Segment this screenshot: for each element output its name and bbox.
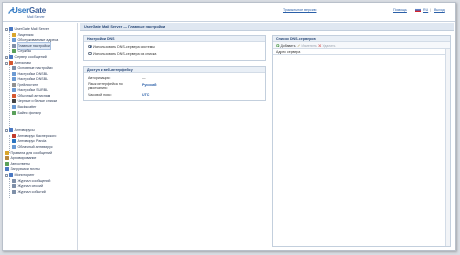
collapse-icon[interactable]: -	[5, 128, 8, 132]
product-version-link[interactable]: Тракыльное версию	[283, 8, 316, 12]
radio-list[interactable]	[88, 51, 92, 56]
bayes-icon	[12, 111, 16, 115]
dns-system-label: Использовать DNS-сервера системы	[93, 44, 155, 49]
collapse-icon[interactable]: -	[5, 61, 8, 65]
lang-ru-link[interactable]: RU	[423, 8, 428, 12]
dns-settings-panel: Настройки DNS Использовать DNS-сервера с…	[83, 35, 266, 61]
help-link[interactable]: Помощь	[393, 8, 407, 12]
dnsbl-icon	[12, 77, 16, 81]
dns-list-toolbar: Добавить Изменить Удалить	[273, 42, 450, 49]
logo: UserGate Mail Server	[8, 6, 68, 20]
log-icon	[12, 184, 16, 188]
radio-system[interactable]	[88, 44, 92, 49]
russian-flag-icon[interactable]	[415, 8, 421, 12]
monitor-icon	[9, 173, 13, 177]
auth-label: Авторизация:	[88, 76, 111, 80]
page-title: UserGate Mail Server — Главные настройки	[80, 23, 454, 31]
tree-guide-line	[9, 178, 10, 198]
logo-subtitle: Mail Server	[27, 15, 45, 19]
list-icon	[12, 99, 16, 103]
backscatter-icon	[12, 105, 16, 109]
tree-guide-line	[9, 64, 10, 128]
collapse-icon[interactable]: -	[5, 27, 8, 31]
dns-list-option[interactable]: Использовать DNS-сервера из списка	[88, 51, 156, 56]
server-address-column-header[interactable]: Адрес сервера	[273, 49, 450, 55]
header: UserGate Mail Server Тракыльное версию П…	[3, 3, 455, 22]
sidebar-item-label: Журнал событий	[17, 190, 46, 194]
edit-button-label: Изменить	[301, 43, 317, 48]
logo-text: UserGate	[12, 6, 46, 15]
main-content: UserGate Mail Server — Главные настройки…	[80, 23, 454, 250]
add-icon	[276, 43, 280, 48]
delete-icon	[318, 44, 322, 47]
server-icon	[9, 27, 13, 31]
delete-button-label: Удалить	[322, 43, 336, 48]
dns-system-option[interactable]: Использовать DNS-сервера системы	[88, 44, 155, 49]
lang-label-2: умолчанию:	[88, 86, 108, 90]
sidebar-item-bayes[interactable]: Байес фильтр	[12, 110, 41, 116]
timezone-value[interactable]: UTC	[142, 93, 149, 97]
auth-value[interactable]: —	[142, 76, 146, 80]
downloader-icon	[5, 167, 9, 171]
sidebar-item-log[interactable]: Журнал событий	[12, 189, 46, 195]
cloud-icon	[12, 145, 16, 149]
settings-icon	[12, 66, 16, 70]
timezone-label: Часовой пояс:	[88, 93, 112, 97]
dns-list-scrollbar[interactable]	[445, 49, 450, 246]
web-access-panel: Доступ к веб-интерфейсу Авторизация: — Я…	[83, 66, 266, 101]
antivirus-icon	[9, 128, 13, 132]
sidebar-item-label: Байес фильтр	[17, 111, 41, 115]
address-icon	[12, 38, 16, 42]
web-access-title: Доступ к веб-интерфейсу	[84, 67, 265, 73]
services-icon	[12, 49, 16, 53]
message-server-icon	[9, 55, 13, 59]
sidebar-tree: - UserGate Mail Server Лицензия Обслуживаем…	[3, 23, 78, 250]
dns-settings-title: Настройки DNS	[84, 36, 265, 42]
expand-icon[interactable]: +	[5, 55, 8, 59]
logout-link[interactable]: Выход	[434, 8, 445, 12]
panda-icon	[12, 139, 16, 143]
collapse-icon[interactable]: -	[5, 173, 8, 177]
edit-icon	[297, 44, 300, 47]
add-button[interactable]: Добавить	[276, 44, 296, 48]
app-window: UserGate Mail Server Тракыльное версию П…	[2, 2, 456, 251]
dns-server-list-panel: Список DNS-серверов Добавить Изменить Уд…	[272, 35, 451, 247]
lang-value[interactable]: Русский	[142, 83, 157, 87]
dns-list-label: Использовать DNS-сервера из списка	[93, 51, 157, 56]
add-button-label: Добавить	[280, 43, 296, 48]
surbl-icon	[12, 88, 16, 92]
delete-button[interactable]: Удалить	[318, 44, 335, 48]
edit-button[interactable]: Изменить	[297, 44, 317, 48]
archive-icon	[5, 156, 9, 160]
log-icon	[12, 190, 16, 194]
header-separator: |	[430, 8, 431, 12]
